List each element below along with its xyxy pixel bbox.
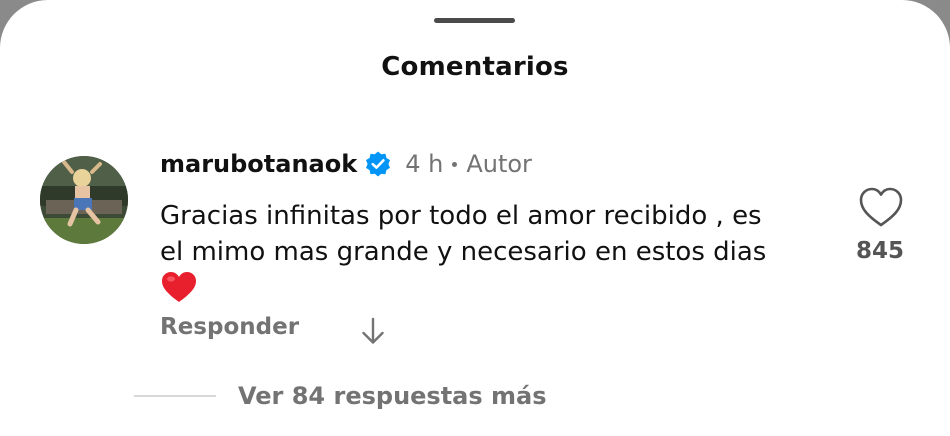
reply-button[interactable]: Responder xyxy=(160,314,299,340)
sheet-title: Comentarios xyxy=(381,52,569,82)
arrow-down-icon[interactable] xyxy=(360,316,386,346)
verified-badge-icon xyxy=(364,150,392,178)
comments-sheet: Comentarios marubotanaok 4 h Autor Graci… xyxy=(0,0,950,436)
replies-divider-line xyxy=(134,395,216,397)
comment-text: Gracias infinitas por todo el amor recib… xyxy=(160,201,767,267)
view-replies-button[interactable]: Ver 84 respuestas más xyxy=(134,378,547,414)
like-count: 845 xyxy=(855,238,904,264)
comment-username[interactable]: marubotanaok xyxy=(160,150,357,178)
avatar-photo xyxy=(40,156,128,244)
view-replies-label: Ver 84 respuestas más xyxy=(238,382,547,410)
comment-header: marubotanaok 4 h Autor xyxy=(160,146,532,182)
red-heart-emoji-icon xyxy=(160,270,198,304)
comment-time: 4 h xyxy=(405,150,444,178)
author-tag: Autor xyxy=(466,150,532,178)
avatar[interactable] xyxy=(40,156,128,244)
drag-handle[interactable] xyxy=(434,18,515,23)
separator-dot xyxy=(452,161,458,167)
like-heart-icon[interactable] xyxy=(857,185,905,229)
